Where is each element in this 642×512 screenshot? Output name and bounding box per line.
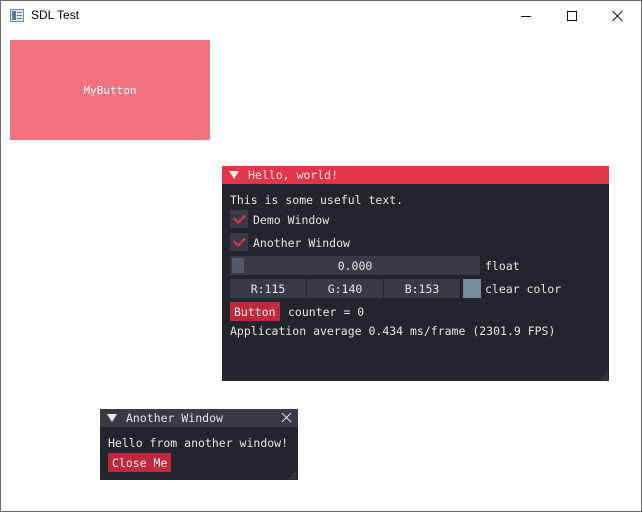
float-slider[interactable]: 0.000: [230, 256, 480, 275]
button[interactable]: Button: [230, 302, 280, 321]
clear-color-label: clear color: [485, 282, 562, 296]
os-window: SDL Test MyButton Hello, world! This is …: [0, 0, 642, 512]
title-bar[interactable]: SDL Test: [1, 1, 641, 31]
resize-grip-icon[interactable]: [288, 470, 297, 479]
fps-stats: Application average 0.434 ms/frame (2301…: [230, 324, 556, 338]
collapse-arrow-icon[interactable]: [229, 171, 239, 179]
another-window: Another Window Hello from another window…: [100, 409, 298, 480]
demo-window-checkbox[interactable]: [230, 210, 248, 228]
maximize-icon: [567, 11, 577, 21]
maximize-button[interactable]: [549, 1, 595, 31]
blue-channel-field[interactable]: B:153: [384, 279, 460, 298]
close-icon: [612, 10, 624, 22]
hello-window-title-bar[interactable]: Hello, world!: [222, 166, 609, 184]
close-icon[interactable]: [281, 412, 292, 423]
float-label: float: [485, 259, 520, 273]
useful-text: This is some useful text.: [230, 193, 404, 207]
close-me-button[interactable]: Close Me: [108, 453, 172, 472]
close-window-button[interactable]: [595, 1, 641, 31]
hello-window-title: Hello, world!: [248, 168, 339, 182]
green-channel-field[interactable]: G:140: [307, 279, 383, 298]
another-window-title-bar[interactable]: Another Window: [100, 409, 298, 427]
minimize-icon: [521, 15, 531, 17]
another-window-text: Hello from another window!: [108, 436, 289, 450]
color-swatch[interactable]: [463, 279, 481, 298]
another-window-label: Another Window: [253, 236, 350, 250]
resize-grip-icon[interactable]: [599, 371, 608, 380]
window-title: SDL Test: [31, 8, 80, 22]
demo-window-label: Demo Window: [253, 213, 330, 227]
collapse-arrow-icon[interactable]: [107, 414, 117, 422]
red-channel-field[interactable]: R:115: [230, 279, 306, 298]
app-window-icon: [10, 9, 24, 22]
another-window-checkbox[interactable]: [230, 233, 248, 251]
my-button[interactable]: MyButton: [10, 40, 210, 140]
counter-text: counter = 0: [288, 305, 365, 319]
slider-value: 0.000: [337, 259, 373, 273]
minimize-button[interactable]: [503, 1, 549, 31]
hello-world-window: Hello, world! This is some useful text. …: [222, 166, 609, 381]
another-window-title: Another Window: [126, 411, 223, 425]
